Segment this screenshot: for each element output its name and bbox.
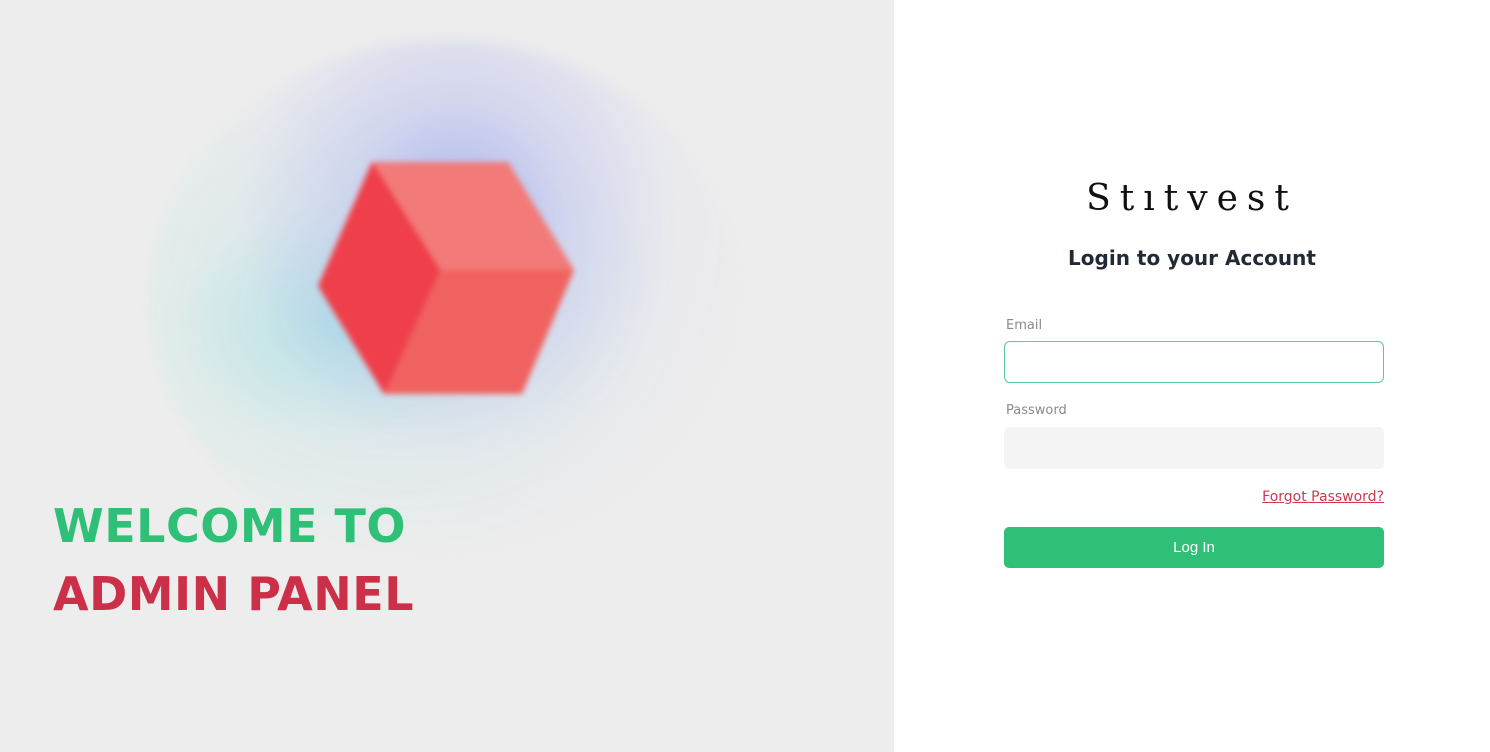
cube-icon xyxy=(318,162,574,394)
login-title: Login to your Account xyxy=(1068,246,1316,270)
welcome-line-1: WELCOME TO xyxy=(53,499,407,553)
forgot-password-link[interactable]: Forgot Password? xyxy=(1262,489,1384,505)
welcome-line-2: ADMIN PANEL xyxy=(53,567,415,621)
login-page: WELCOME TO ADMIN PANEL Stıtvest Login to… xyxy=(0,0,1490,752)
welcome-panel: WELCOME TO ADMIN PANEL xyxy=(0,0,894,752)
welcome-heading: WELCOME TO ADMIN PANEL xyxy=(53,492,414,628)
login-panel: Stıtvest Login to your Account Email Pas… xyxy=(894,0,1490,752)
brand-logo: Stıtvest xyxy=(1086,178,1298,219)
password-field[interactable] xyxy=(1004,427,1384,469)
login-button[interactable]: Log In xyxy=(1004,527,1384,568)
email-label: Email xyxy=(1006,318,1043,333)
email-field[interactable] xyxy=(1004,341,1384,383)
password-label: Password xyxy=(1006,403,1067,418)
